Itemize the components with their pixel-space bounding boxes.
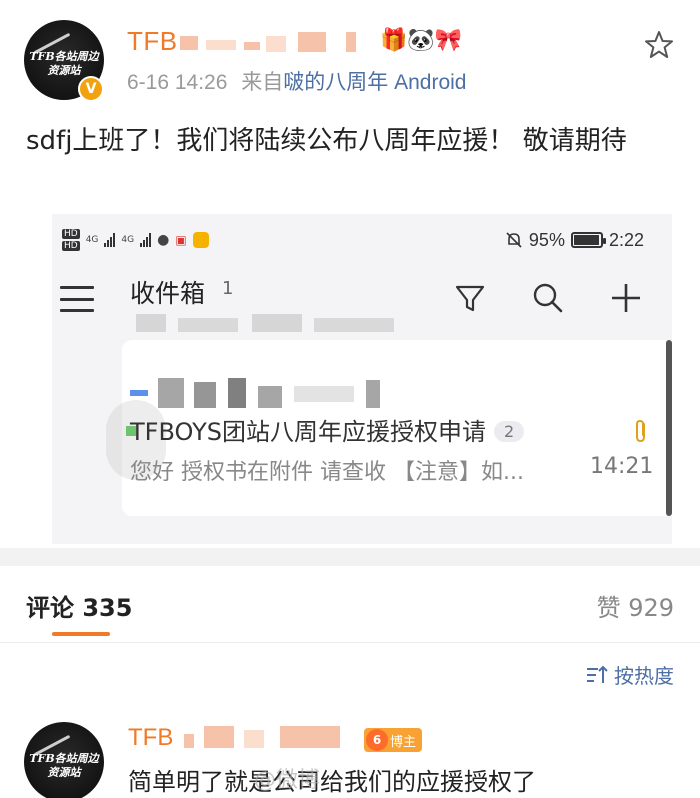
avatar-text-line2: 资源站 xyxy=(47,766,81,779)
hd-indicators: HD HD xyxy=(62,228,80,252)
menu-icon[interactable] xyxy=(60,286,94,312)
tab-likes[interactable]: 赞 929 xyxy=(597,588,674,623)
censor-blur xyxy=(206,40,236,50)
mail-app-icon: ▣ xyxy=(175,233,187,247)
censor-blur xyxy=(228,378,246,408)
hd-icon: HD xyxy=(62,241,80,251)
scrollbar[interactable] xyxy=(666,340,672,516)
censor-blur xyxy=(158,378,184,408)
filter-icon[interactable] xyxy=(452,280,488,316)
battery-icon xyxy=(570,232,606,248)
censor-blur xyxy=(180,36,198,50)
host-badge: 6 博主 xyxy=(364,728,423,752)
wechat-icon: ● xyxy=(157,232,170,248)
inbox-title: 收件箱 xyxy=(130,279,206,308)
censor-blur xyxy=(314,318,394,332)
inbox-count: 1 xyxy=(222,278,234,299)
watermark: @微博 xyxy=(254,768,321,793)
censor-blur xyxy=(244,730,264,748)
attachment-clip-icon xyxy=(636,419,645,443)
section-divider xyxy=(0,548,700,566)
comment-avatar[interactable]: TFB各站周边 资源站 xyxy=(24,722,104,798)
sort-button[interactable]: 按热度 xyxy=(586,660,674,689)
host-badge-label: 博主 xyxy=(390,734,417,750)
post-time: 6-16 14:26 xyxy=(127,71,228,94)
censor-blur xyxy=(178,318,238,332)
censor-blur xyxy=(130,390,148,396)
mail-subject-text: TFBOYS团站八周年应援授权申请 xyxy=(130,418,486,446)
censor-blur xyxy=(204,726,234,748)
censor-blur xyxy=(294,386,354,402)
sort-label: 按热度 xyxy=(614,664,674,688)
thread-count-badge: 2 xyxy=(493,421,525,442)
mail-list-item[interactable]: TFBOYS团站八周年应援授权申请 2 您好 授权书在附件 请查收 【注意】如..… xyxy=(106,340,672,516)
level-badge-icon: 6 xyxy=(366,729,388,751)
post-header: TFB各站周边 资源站 V TFB 🎁🐼🎀 6-16 14:26 来自啵的八周年… xyxy=(0,0,700,110)
active-tab-indicator xyxy=(52,632,110,636)
censor-blur xyxy=(280,726,340,748)
divider xyxy=(0,642,700,643)
hd-icon: HD xyxy=(62,229,80,239)
post-username[interactable]: TFB xyxy=(127,26,178,57)
search-icon[interactable] xyxy=(530,280,566,316)
mail-time: 14:21 xyxy=(590,454,654,479)
embedded-screenshot[interactable]: HD HD 4G 4G ● ▣ 95% 2:22 收件箱 1 TFBOYS团站八… xyxy=(52,214,672,544)
comment-username[interactable]: TFB xyxy=(128,724,173,752)
post-source[interactable]: 啵的八周年 Android xyxy=(283,71,466,94)
battery-percent: 95% xyxy=(528,229,565,250)
status-bar-left: HD HD 4G 4G ● ▣ xyxy=(62,222,209,258)
status-time: 2:22 xyxy=(608,229,644,250)
censor-blur xyxy=(346,32,356,52)
tab-comments[interactable]: 评论 335 xyxy=(26,588,132,623)
mute-bell-icon xyxy=(506,232,522,248)
censor-blur xyxy=(244,42,260,50)
mail-preview: 您好 授权书在附件 请查收 【注意】如... xyxy=(130,460,524,485)
censor-blur xyxy=(366,380,380,408)
avatar-text-line1: TFB各站周边 xyxy=(29,752,99,765)
post-text: sdfj上班了！我们将陆续公布八周年应援！ 敬请期待 xyxy=(26,126,627,156)
network-label: 4G xyxy=(85,235,99,245)
verified-badge-icon: V xyxy=(78,76,104,102)
post-meta: 6-16 14:26 来自啵的八周年 Android xyxy=(127,66,466,96)
sort-icon xyxy=(587,665,608,683)
censor-blur xyxy=(266,36,286,52)
favorite-star-icon[interactable] xyxy=(644,30,674,60)
source-prefix: 来自 xyxy=(241,71,284,94)
censor-blur xyxy=(184,734,194,748)
avatar-text-line1: TFB各站周边 xyxy=(29,50,99,63)
censor-blur xyxy=(258,386,282,408)
emoji-badges-icon: 🎁🐼🎀 xyxy=(380,28,463,53)
comment-text: 简单明了就是公司给我们的应援授权了 xyxy=(128,768,536,796)
network-label: 4G xyxy=(121,235,135,245)
censor-blur xyxy=(194,382,216,408)
status-bar-right: 95% 2:22 xyxy=(505,224,644,256)
censor-blur xyxy=(298,32,326,52)
mail-subject: TFBOYS团站八周年应援授权申请 2 xyxy=(130,412,525,447)
censor-blur xyxy=(136,314,166,332)
signal-icon xyxy=(140,233,152,247)
censor-blur xyxy=(252,314,302,332)
notification-icon xyxy=(192,232,209,248)
compose-plus-icon[interactable] xyxy=(608,280,644,316)
signal-icon xyxy=(104,233,116,247)
